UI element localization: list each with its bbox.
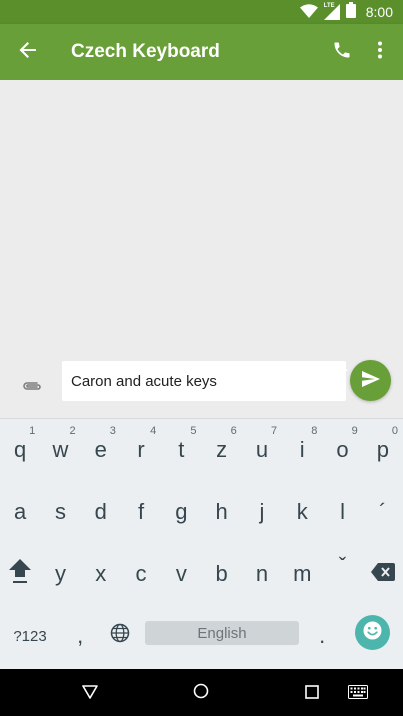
language-key[interactable] [100,605,140,667]
key-label: w [52,437,69,462]
signal-icon: LTE [323,3,340,20]
key-v[interactable]: v [161,543,201,605]
key-hint: 3 [109,425,116,437]
message-input[interactable] [62,361,346,401]
key-label: t [178,437,185,462]
key-hint: 5 [190,425,197,437]
key-z[interactable]: z6 [202,419,242,481]
key-j[interactable]: j [242,481,282,543]
key-f[interactable]: f [121,481,161,543]
nav-home-circle-icon [193,683,209,703]
battery-icon [345,2,356,22]
comma-key[interactable]: , [60,605,100,667]
key-hint: 6 [230,425,237,437]
wifi-icon [299,3,318,22]
message-field-tail [338,361,348,371]
paperclip-icon [21,377,43,396]
keyboard-row-2: a s d f g h j k l ´ [0,481,403,543]
backspace-key[interactable] [363,543,403,605]
key-d[interactable]: d [81,481,121,543]
key-hint: 4 [150,425,157,437]
key-acute[interactable]: ´ [363,481,403,543]
nav-recents-button[interactable] [296,677,328,709]
send-button[interactable] [350,360,391,401]
call-button[interactable] [326,36,358,68]
globe-icon [110,623,130,649]
key-i[interactable]: i8 [282,419,322,481]
keyboard: q1 w2 e3 r4 t5 z6 u7 i8 o9 p0 a s d f g … [0,418,403,669]
navigation-bar [0,669,403,716]
key-e[interactable]: e3 [81,419,121,481]
status-time: 8:00 [365,4,393,20]
compose-bar [0,356,403,418]
conversation-area [0,80,403,356]
key-w[interactable]: w2 [40,419,80,481]
key-p[interactable]: p0 [363,419,403,481]
keyboard-row-3: y x c v b n m ˇ [0,543,403,605]
key-u[interactable]: u7 [242,419,282,481]
emoji-key[interactable] [355,615,390,650]
symbols-key[interactable]: ?123 [0,605,60,667]
key-hint: 0 [391,425,398,437]
key-y[interactable]: y [40,543,80,605]
key-caron[interactable]: ˇ [322,543,362,605]
nav-recents-square-icon [305,684,319,703]
key-label: r [137,437,145,462]
arrow-left-icon [19,41,37,63]
key-label: p [376,437,389,462]
key-label: z [216,437,228,462]
keyboard-switch-button[interactable] [342,677,374,709]
send-icon [361,370,380,391]
key-a[interactable]: a [0,481,40,543]
network-type-label: LTE [323,3,335,9]
back-button[interactable] [12,36,44,68]
key-x[interactable]: x [81,543,121,605]
key-l[interactable]: l [322,481,362,543]
keyboard-row-4: ?123 , English . [0,605,403,667]
nav-back-button[interactable] [74,677,106,709]
emoji-icon [362,620,383,645]
nav-back-triangle-icon [82,684,98,703]
key-n[interactable]: n [242,543,282,605]
backspace-icon [370,561,395,587]
key-hint: 1 [29,425,36,437]
key-s[interactable]: s [40,481,80,543]
key-o[interactable]: o9 [322,419,362,481]
phone-icon [332,40,352,64]
key-hint: 8 [311,425,318,437]
status-bar: LTE 8:00 [0,0,403,24]
attach-button[interactable] [16,370,48,402]
key-label: o [336,437,349,462]
shift-icon [8,558,32,590]
key-hint: 2 [69,425,76,437]
keyboard-row-1: q1 w2 e3 r4 t5 z6 u7 i8 o9 p0 [0,419,403,481]
app-bar: Czech Keyboard [0,24,403,80]
key-hint: 7 [270,425,278,437]
key-c[interactable]: c [121,543,161,605]
key-h[interactable]: h [202,481,242,543]
space-bar[interactable]: English [145,621,299,645]
page-title: Czech Keyboard [71,41,220,62]
key-g[interactable]: g [161,481,201,543]
key-k[interactable]: k [282,481,322,543]
key-r[interactable]: r4 [121,419,161,481]
key-m[interactable]: m [282,543,322,605]
keyboard-switch-icon [348,684,368,703]
key-t[interactable]: t5 [161,419,201,481]
status-icons: LTE 8:00 [299,0,393,24]
period-key[interactable]: . [302,605,342,667]
key-q[interactable]: q1 [0,419,40,481]
overflow-menu-button[interactable] [366,36,394,68]
nav-home-button[interactable] [185,677,217,709]
key-label: i [299,437,305,462]
more-vertical-icon [377,41,383,63]
key-label: u [255,437,269,462]
key-hint: 9 [351,425,358,437]
key-b[interactable]: b [202,543,242,605]
shift-key[interactable] [0,543,40,605]
key-label: e [94,437,107,462]
key-label: q [14,437,27,462]
